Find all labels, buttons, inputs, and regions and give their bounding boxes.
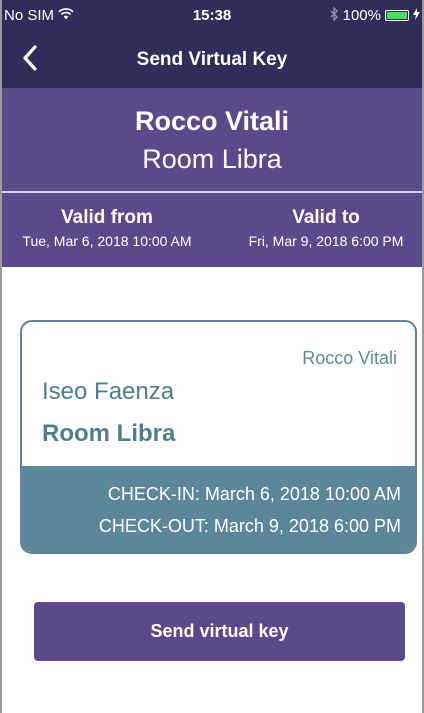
nav-bar: Send Virtual Key [2, 34, 422, 88]
virtual-key-card: Rocco Vitali Iseo Faenza Room Libra CHEC… [20, 320, 417, 554]
screen: No SIM 15:38 100% Send Virtual Key Rocco… [0, 0, 424, 713]
card-hotel-name: Iseo Faenza [42, 378, 175, 405]
valid-from-date: Tue, Mar 6, 2018 10:00 AM [22, 233, 192, 249]
battery-icon [385, 10, 409, 21]
checkin-text: CHECK-IN: March 6, 2018 10:00 AM [107, 484, 401, 504]
guest-header: Rocco Vitali Room Libra [2, 88, 422, 192]
bluetooth-icon [330, 6, 339, 24]
card-stay-dates: CHECK-IN: March 6, 2018 10:00 AM CHECK-O… [22, 466, 415, 552]
card-guest-name: Rocco Vitali [302, 348, 397, 368]
validity-band: Valid from Tue, Mar 6, 2018 10:00 AM Val… [2, 193, 422, 267]
battery-level [387, 12, 407, 19]
guest-room: Room Libra [142, 144, 282, 174]
status-right: 100% [330, 6, 420, 24]
battery-percent: 100% [342, 7, 381, 24]
checkout-text: CHECK-OUT: March 9, 2018 6:00 PM [98, 516, 401, 536]
guest-name: Rocco Vitali [134, 106, 290, 136]
valid-to: Valid to Fri, Mar 9, 2018 6:00 PM [228, 207, 422, 249]
valid-from-label: Valid from [61, 207, 153, 228]
card-room-name: Room Libra [42, 420, 176, 447]
valid-from: Valid from Tue, Mar 6, 2018 10:00 AM [2, 207, 212, 249]
charging-icon [413, 8, 420, 23]
page-title: Send Virtual Key [136, 49, 288, 70]
valid-to-date: Fri, Mar 9, 2018 6:00 PM [248, 233, 404, 249]
status-bar: No SIM 15:38 100% [2, 0, 422, 34]
send-virtual-key-button[interactable]: Send virtual key [34, 602, 405, 661]
valid-to-label: Valid to [292, 207, 360, 228]
